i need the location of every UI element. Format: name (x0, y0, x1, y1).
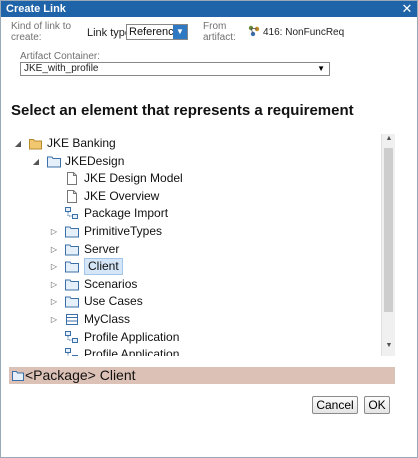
create-link-dialog: Create Link ✕ Kind of link to create: Li… (0, 0, 418, 458)
tree-item-label: JKE Overview (84, 188, 160, 203)
tree-item-label: Profile Application (84, 329, 180, 344)
chevron-right-icon[interactable]: ▷ (49, 311, 59, 328)
tree-item[interactable]: ▷ MyClass (11, 311, 381, 328)
artifact-container-label: Artifact Container: (20, 51, 101, 62)
artifact-container-value: JKE_with_profile (24, 63, 99, 74)
scroll-down-icon[interactable]: ▼ (382, 342, 396, 349)
tree-item-label: Server (84, 241, 120, 256)
chevron-right-icon[interactable]: ▷ (49, 258, 59, 275)
from-artifact-value: 416: NonFuncReq (263, 27, 345, 38)
requirement-icon (248, 25, 260, 37)
package-icon (47, 156, 61, 168)
tree-item-label: Scenarios (84, 276, 138, 291)
class-icon (66, 314, 78, 325)
dialog-title: Create Link (6, 3, 66, 15)
tree-item-label: MyClass (84, 312, 131, 326)
tree-item[interactable]: ▷ Scenarios (11, 276, 381, 293)
tree-item[interactable]: ◢ JKEDesign (11, 153, 381, 170)
page-title: Select an element that represents a requ… (11, 102, 354, 119)
chevron-right-icon[interactable]: ▷ (49, 223, 59, 240)
scroll-up-icon[interactable]: ▲ (382, 135, 396, 142)
link-type-select[interactable]: References ▼ (126, 24, 188, 40)
package-icon (65, 226, 79, 238)
chevron-down-icon[interactable]: ◢ (31, 153, 41, 170)
chevron-down-icon[interactable]: ◢ (13, 135, 23, 152)
tree-item[interactable]: ▷ Use Cases (11, 293, 381, 310)
tree-item-label: JKE Design Model (84, 171, 183, 186)
chevron-right-icon[interactable]: ▷ (49, 276, 59, 293)
cancel-button[interactable]: Cancel (312, 396, 358, 414)
profile-application-icon (65, 330, 78, 343)
tree-item-label: JKEDesign (65, 153, 125, 168)
tree-item[interactable]: ▷ Client (11, 258, 381, 276)
tree-item[interactable]: ▷ Server (11, 241, 381, 258)
scrollbar-thumb[interactable] (384, 148, 393, 312)
tree-item[interactable]: ◢ JKE Banking (11, 135, 381, 152)
folder-open-icon (29, 139, 42, 150)
chevron-right-icon[interactable]: ▷ (49, 293, 59, 310)
tree-item[interactable]: ▷ PrimitiveTypes (11, 223, 381, 240)
link-kind-label: Kind of link to create: (11, 21, 72, 43)
tree-item-label: Profile Application (84, 347, 180, 356)
tree-item-label: Package Import (84, 206, 169, 221)
chevron-down-icon[interactable]: ▼ (317, 63, 325, 75)
tree-scrollbar[interactable]: ▲ ▼ (381, 134, 395, 356)
document-icon (67, 172, 77, 186)
tree-item[interactable]: Package Import (11, 205, 381, 222)
tree-item-label: JKE Banking (47, 136, 116, 150)
tree-item[interactable]: JKE Design Model (11, 170, 381, 187)
tree-item-label: Client (84, 258, 123, 276)
document-icon (67, 189, 77, 203)
artifact-container-select[interactable]: JKE_with_profile ▼ (20, 62, 330, 76)
element-tree: ◢ JKE Banking ◢ JKEDesign JKE Design Model JK… (11, 134, 395, 356)
tree-item-label: Use Cases (84, 294, 143, 309)
chevron-down-icon[interactable]: ▼ (173, 25, 187, 39)
selected-element-bar: <Package> Client (9, 367, 395, 384)
ok-button[interactable]: OK (364, 396, 390, 414)
tree-item[interactable]: Profile Application (11, 329, 381, 346)
package-icon (65, 296, 79, 308)
tree-item[interactable]: JKE Overview (11, 188, 381, 205)
close-icon[interactable]: ✕ (401, 1, 413, 17)
profile-application-icon (65, 348, 78, 356)
package-import-icon (65, 207, 78, 220)
package-icon (65, 261, 79, 273)
package-icon (12, 371, 24, 381)
package-icon (65, 244, 79, 256)
from-artifact-label: From artifact: (203, 21, 236, 43)
dialog-titlebar: Create Link ✕ (1, 1, 417, 17)
package-icon (65, 279, 79, 291)
tree-item[interactable]: Profile Application (11, 346, 381, 356)
tree-item-label: PrimitiveTypes (84, 224, 163, 238)
chevron-right-icon[interactable]: ▷ (49, 241, 59, 258)
selected-element-text: <Package> Client (25, 367, 136, 383)
